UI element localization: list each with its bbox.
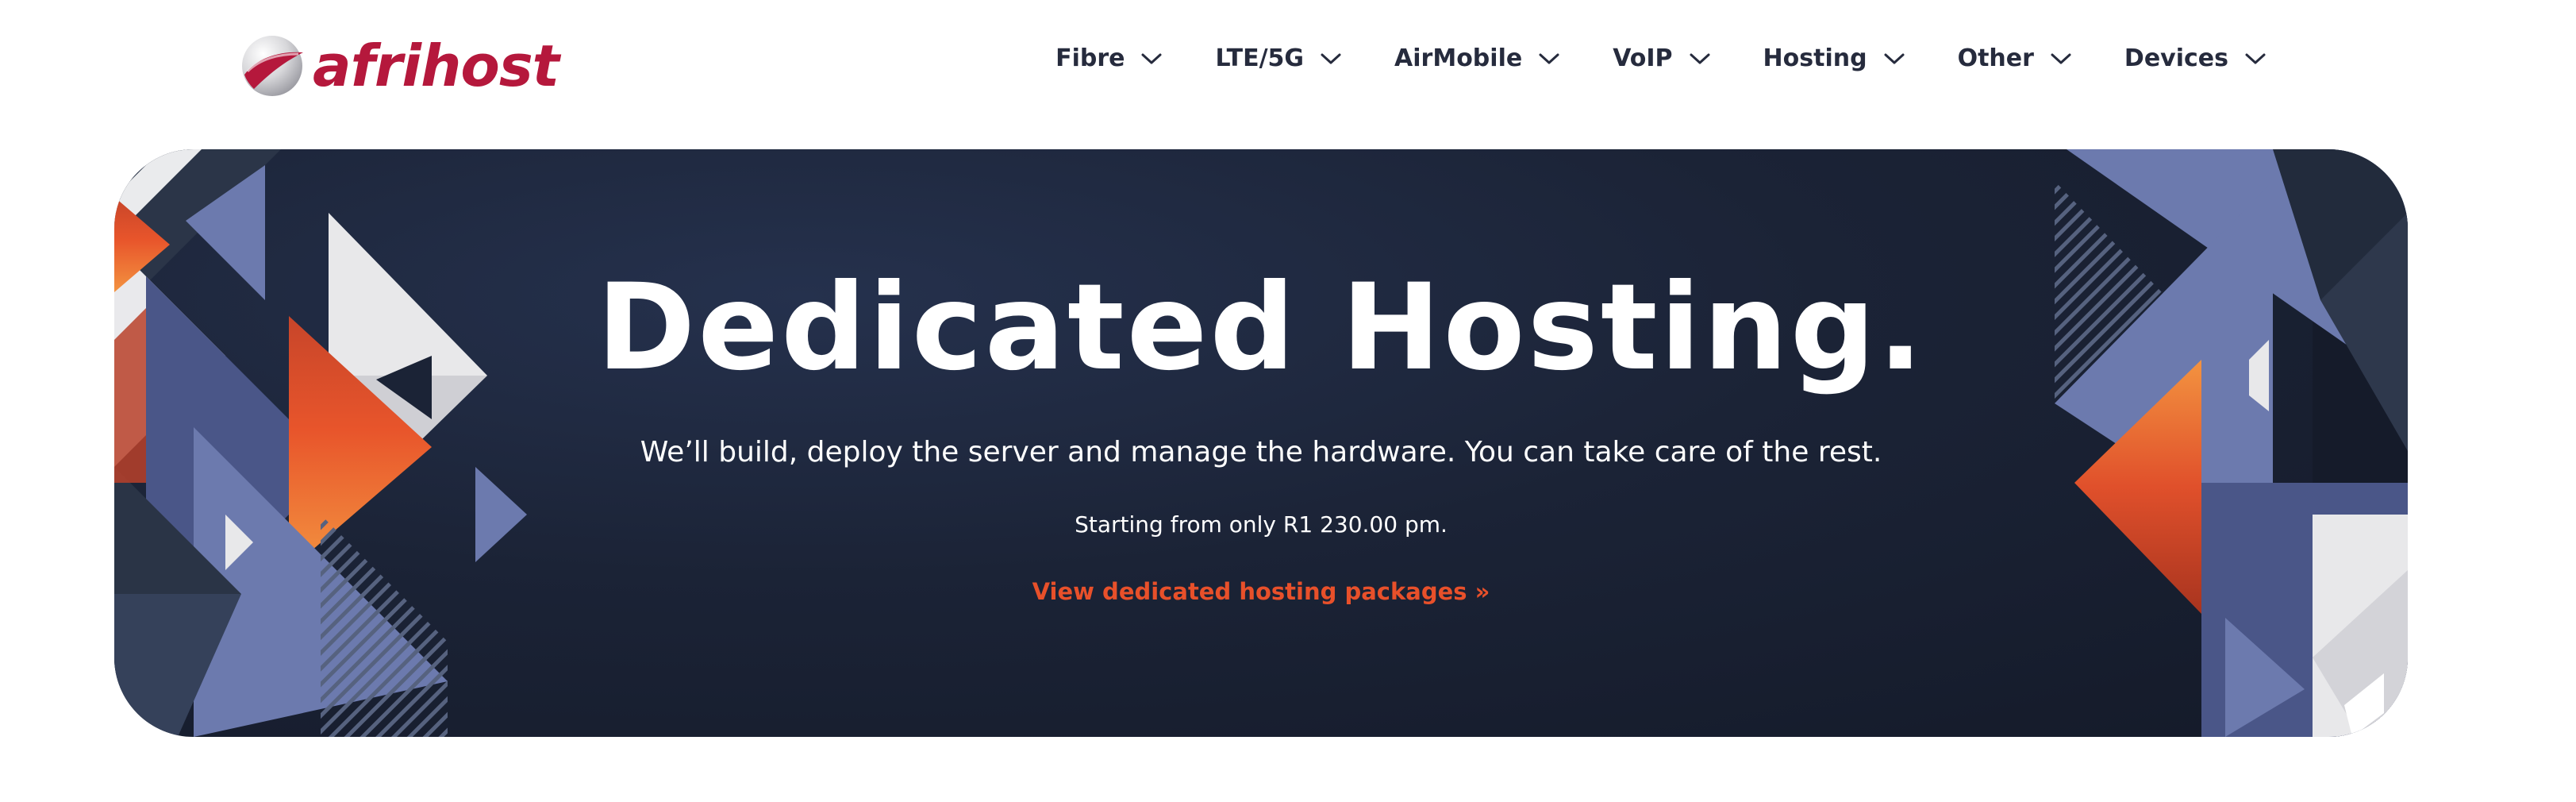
hero-content: Dedicated Hosting. We’ll build, deploy t… (114, 149, 2408, 737)
hero-price-text: Starting from only R1 230.00 pm. (1075, 511, 1448, 538)
nav-item-label: VoIP (1613, 44, 1673, 72)
nav-item-devices[interactable]: Devices (2124, 44, 2266, 72)
nav-item-label: Other (1957, 44, 2034, 72)
chevron-down-icon (2245, 53, 2266, 64)
chevron-down-icon (1884, 53, 1905, 64)
afrihost-globe-icon (242, 36, 303, 96)
hero-title: Dedicated Hosting. (596, 259, 1926, 397)
site-header: afrihost Fibre LTE/5G AirMobile VoIP Hos… (0, 0, 2576, 148)
nav-item-label: AirMobile (1394, 44, 1523, 72)
nav-item-voip[interactable]: VoIP (1613, 44, 1710, 72)
chevron-down-icon (2051, 53, 2071, 64)
view-packages-link[interactable]: View dedicated hosting packages » (983, 578, 1539, 605)
main-nav: Fibre LTE/5G AirMobile VoIP Hosting Othe… (1055, 44, 2266, 72)
hero-subtitle: We’ll build, deploy the server and manag… (640, 436, 1882, 468)
chevron-down-icon (1539, 53, 1559, 64)
chevron-down-icon (1321, 53, 1341, 64)
hero-banner: Dedicated Hosting. We’ll build, deploy t… (114, 149, 2408, 737)
afrihost-logo[interactable]: afrihost (240, 32, 559, 100)
nav-item-label: Hosting (1763, 44, 1867, 72)
nav-item-hosting[interactable]: Hosting (1763, 44, 1905, 72)
nav-item-airmobile[interactable]: AirMobile (1394, 44, 1560, 72)
chevron-down-icon (1690, 53, 1710, 64)
nav-item-other[interactable]: Other (1958, 44, 2072, 72)
nav-item-lte-5g[interactable]: LTE/5G (1215, 44, 1342, 72)
brand-name: afrihost (313, 33, 559, 99)
nav-item-label: LTE/5G (1215, 44, 1305, 72)
chevron-down-icon (1141, 53, 1162, 64)
nav-item-label: Devices (2124, 44, 2228, 72)
nav-item-fibre[interactable]: Fibre (1055, 44, 1163, 72)
nav-item-label: Fibre (1055, 44, 1125, 72)
